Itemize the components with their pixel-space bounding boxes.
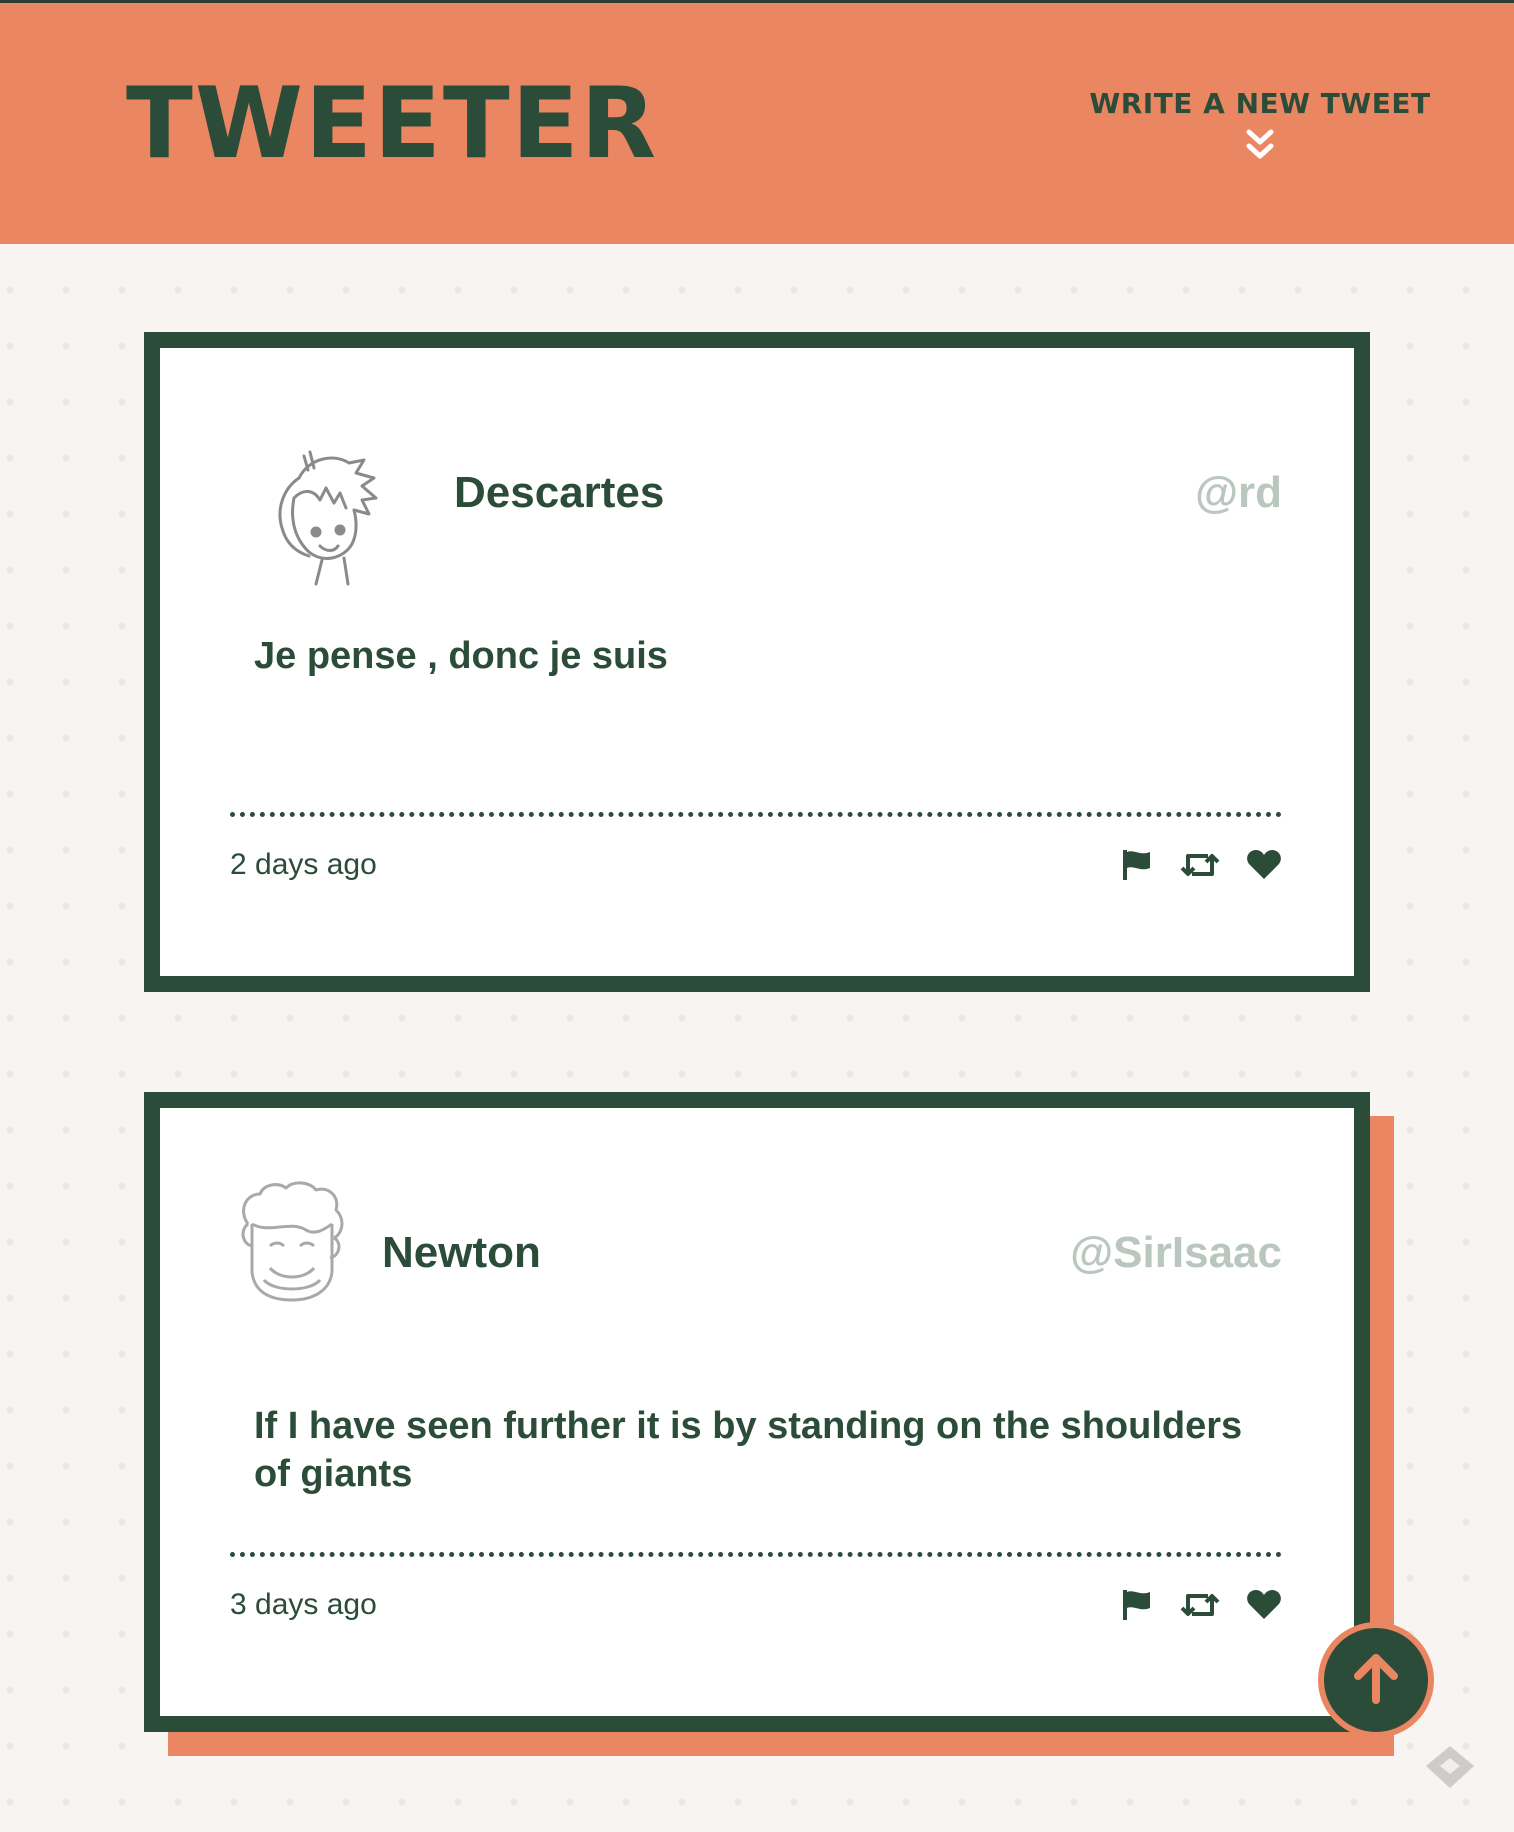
user-handle: @rd xyxy=(1195,468,1282,517)
user-name: Newton xyxy=(382,1228,541,1277)
tweet-card: Descartes @rd Je pense , donc je suis 2 … xyxy=(144,332,1370,992)
page-header: TWEETER WRITE A NEW TWEET xyxy=(0,3,1514,244)
double-chevron-down-icon[interactable] xyxy=(1245,128,1275,169)
logo: TWEETER xyxy=(126,67,659,181)
cartoon-boy-avatar xyxy=(264,448,394,593)
tweet-content: Je pense , donc je suis xyxy=(254,635,668,677)
tweet-timestamp: 3 days ago xyxy=(230,1588,377,1621)
tweet-content: If I have seen further it is by standing… xyxy=(254,1405,1243,1495)
tweet-actions xyxy=(1120,1588,1282,1622)
curly-hair-avatar xyxy=(230,1180,354,1315)
arrow-up-icon xyxy=(1346,1648,1406,1713)
tweet-actions xyxy=(1120,848,1282,882)
tweet-timestamp: 2 days ago xyxy=(230,848,377,881)
flag-icon[interactable] xyxy=(1120,1588,1154,1622)
flag-icon[interactable] xyxy=(1120,848,1154,882)
gem-icon xyxy=(1424,1744,1476,1795)
divider xyxy=(230,1552,1282,1557)
user-name: Descartes xyxy=(454,468,665,517)
retweet-icon[interactable] xyxy=(1180,850,1220,880)
write-new-tweet-label: WRITE A NEW TWEET xyxy=(1089,87,1431,120)
write-new-tweet-button[interactable]: WRITE A NEW TWEET xyxy=(1060,87,1460,169)
scroll-to-top-button[interactable] xyxy=(1318,1622,1434,1738)
user-handle: @SirIsaac xyxy=(1070,1228,1282,1277)
retweet-icon[interactable] xyxy=(1180,1590,1220,1620)
heart-icon[interactable] xyxy=(1246,849,1282,881)
divider xyxy=(230,812,1282,817)
heart-icon[interactable] xyxy=(1246,1589,1282,1621)
tweet-card: Newton @SirIsaac If I have seen further … xyxy=(144,1092,1370,1732)
